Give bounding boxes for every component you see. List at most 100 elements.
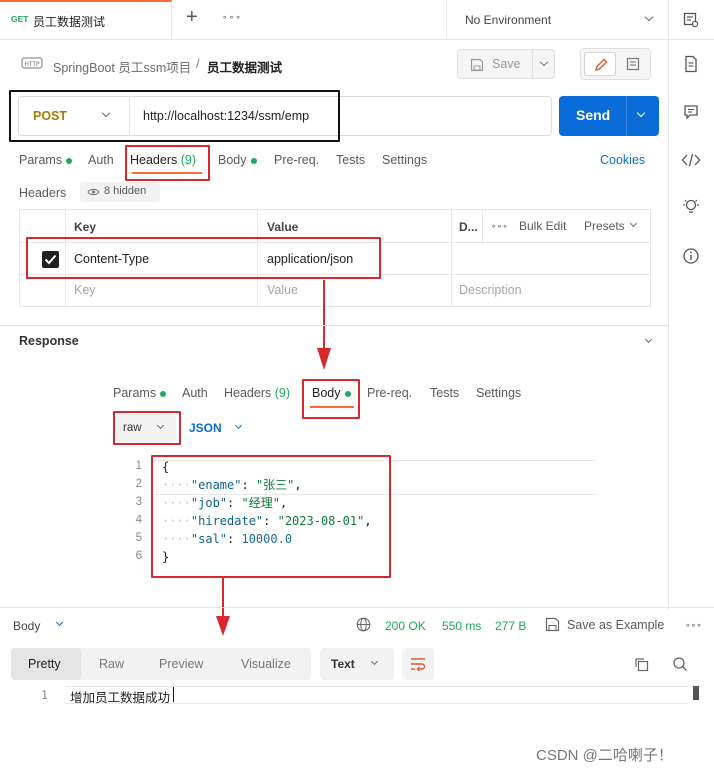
body-tab-auth[interactable]: Auth bbox=[182, 386, 208, 400]
annotation-url-box bbox=[9, 90, 340, 142]
body-tab-tests[interactable]: Tests bbox=[430, 386, 459, 400]
response-view-tabs: Pretty Raw Preview Visualize bbox=[11, 648, 311, 680]
new-description-placeholder[interactable]: Description bbox=[459, 283, 522, 297]
http-request-icon: HTTP bbox=[21, 57, 43, 69]
send-button[interactable]: Send bbox=[559, 96, 659, 136]
edit-mode-button[interactable] bbox=[584, 52, 616, 76]
method-badge: GET bbox=[11, 14, 29, 24]
col-divider-4 bbox=[482, 210, 483, 242]
response-scrollbar[interactable] bbox=[690, 686, 702, 772]
env-divider bbox=[446, 0, 447, 40]
svg-text:HTTP: HTTP bbox=[24, 61, 40, 68]
scrollbar-thumb[interactable] bbox=[693, 686, 699, 700]
line-number: 3 bbox=[135, 496, 142, 508]
pencil-icon bbox=[594, 58, 608, 72]
text-cursor bbox=[173, 687, 174, 702]
response-divider bbox=[0, 325, 668, 326]
save-label: Save bbox=[492, 57, 521, 71]
globe-icon[interactable] bbox=[356, 617, 371, 632]
response-format-dropdown[interactable]: Text bbox=[320, 648, 394, 680]
line-number: 6 bbox=[135, 550, 142, 562]
copy-icon[interactable] bbox=[634, 657, 649, 672]
response-time[interactable]: 550 ms bbox=[442, 619, 481, 633]
annotation-body-tab-box bbox=[302, 379, 360, 419]
cookies-link[interactable]: Cookies bbox=[600, 153, 645, 167]
response-collapse-chevron-icon[interactable] bbox=[644, 335, 653, 344]
line-number: 2 bbox=[135, 478, 142, 490]
pretty-label: Pretty bbox=[28, 657, 61, 671]
headers-title: Headers bbox=[19, 186, 67, 200]
col-header-key: Key bbox=[74, 220, 97, 234]
tab-preview[interactable]: Preview bbox=[159, 657, 203, 671]
body-tab-prereq[interactable]: Pre-req. bbox=[367, 386, 412, 400]
tab-body[interactable]: Body bbox=[218, 153, 257, 167]
new-value-placeholder[interactable]: Value bbox=[267, 283, 298, 297]
response-body-dropdown[interactable]: Body bbox=[13, 619, 40, 633]
tab-pretty[interactable]: Pretty bbox=[11, 648, 81, 680]
body-format-selector[interactable]: JSON bbox=[189, 421, 222, 435]
tab-settings[interactable]: Settings bbox=[382, 153, 427, 167]
comments-icon[interactable] bbox=[683, 104, 699, 120]
body-tab-params[interactable]: Params bbox=[113, 386, 167, 400]
breadcrumb-request: 员工数据测试 bbox=[207, 61, 283, 75]
wrap-lines-button[interactable] bbox=[402, 648, 434, 680]
response-title: Response bbox=[19, 334, 79, 348]
response-body-text: 增加员工数据成功 bbox=[70, 691, 171, 705]
save-as-example-button[interactable]: Save as Example bbox=[567, 618, 664, 632]
hidden-headers-toggle[interactable]: 8 hidden bbox=[80, 182, 160, 202]
new-tab-button[interactable]: + bbox=[186, 6, 198, 29]
document-view-icon[interactable] bbox=[626, 57, 640, 71]
save-icon bbox=[470, 58, 484, 72]
right-sidebar bbox=[669, 0, 714, 610]
annotation-arrow-down-2 bbox=[216, 578, 230, 636]
col-divider-3 bbox=[451, 210, 452, 306]
breadcrumb-separator: / bbox=[196, 56, 200, 71]
related-collections-icon[interactable] bbox=[681, 198, 701, 216]
col-more-icon[interactable]: ∘∘∘ bbox=[491, 221, 508, 232]
save-button[interactable]: Save bbox=[457, 49, 555, 79]
presets-chevron-icon[interactable] bbox=[629, 219, 638, 228]
tab-raw[interactable]: Raw bbox=[99, 657, 124, 671]
response-size[interactable]: 277 B bbox=[495, 619, 526, 633]
save-example-icon bbox=[545, 617, 560, 632]
annotation-code-box bbox=[151, 455, 391, 578]
format-chevron-icon[interactable] bbox=[234, 421, 243, 430]
col-header-value: Value bbox=[267, 220, 299, 234]
tab-params[interactable]: Params bbox=[19, 153, 73, 167]
params-dot bbox=[66, 157, 73, 164]
breadcrumb-collection[interactable]: SpringBoot 员工ssm项目 bbox=[53, 57, 191, 76]
annotation-header-row-box bbox=[26, 237, 381, 279]
info-icon[interactable] bbox=[682, 247, 700, 265]
environment-quicklook-icon[interactable] bbox=[683, 12, 699, 28]
documentation-icon[interactable] bbox=[683, 55, 699, 73]
body-params-dot bbox=[160, 390, 167, 397]
annotation-headers-tab-box bbox=[125, 145, 210, 181]
save-dropdown-chevron-icon[interactable] bbox=[539, 57, 549, 67]
new-key-placeholder[interactable]: Key bbox=[74, 283, 96, 297]
body-dot bbox=[250, 157, 257, 164]
annotation-arrow-down-1 bbox=[317, 280, 331, 370]
send-chevron-icon[interactable] bbox=[636, 108, 646, 118]
body-headers-count: (9) bbox=[274, 386, 291, 400]
view-mode-toggle bbox=[580, 48, 651, 80]
request-tab-title: 员工数据测试 bbox=[33, 15, 106, 29]
tab-auth[interactable]: Auth bbox=[88, 153, 114, 167]
line-number: 4 bbox=[135, 514, 142, 526]
tab-visualize[interactable]: Visualize bbox=[241, 657, 291, 671]
response-body-chevron-icon[interactable] bbox=[55, 618, 64, 627]
tab-tests[interactable]: Tests bbox=[336, 153, 365, 167]
status-code[interactable]: 200 OK bbox=[385, 619, 426, 633]
bulk-edit-button[interactable]: Bulk Edit bbox=[519, 219, 566, 233]
response-more-icon[interactable]: ∘∘∘ bbox=[685, 620, 702, 631]
hidden-count: 8 hidden bbox=[104, 185, 147, 197]
search-icon[interactable] bbox=[672, 656, 688, 672]
request-tab[interactable]: GET 员工数据测试 bbox=[0, 0, 172, 40]
tab-prereq[interactable]: Pre-req. bbox=[274, 153, 319, 167]
body-tab-headers[interactable]: Headers (9) bbox=[224, 386, 290, 400]
tabs-more-icon[interactable]: ∘∘∘ bbox=[222, 12, 242, 23]
presets-dropdown[interactable]: Presets bbox=[584, 219, 625, 233]
environment-selector[interactable]: No Environment bbox=[465, 13, 551, 27]
body-tab-settings[interactable]: Settings bbox=[476, 386, 521, 400]
line-number: 1 bbox=[135, 460, 142, 472]
code-snippet-icon[interactable] bbox=[681, 152, 701, 168]
